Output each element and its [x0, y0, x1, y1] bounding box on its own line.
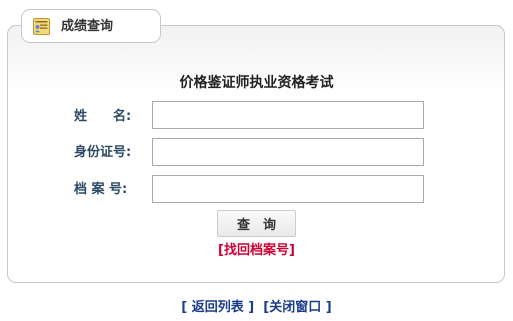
retrieve-file-number-link[interactable]: [找回档案号]: [0, 243, 513, 259]
id-number-input[interactable]: [152, 138, 424, 166]
query-button[interactable]: 查 询: [217, 210, 296, 237]
close-window-link[interactable]: [关闭窗口 ]: [263, 300, 331, 315]
tab-title: 成绩查询: [61, 19, 114, 34]
name-input[interactable]: [152, 101, 424, 129]
file-number-label: 档 案 号:: [74, 182, 128, 197]
name-label: 姓 名:: [74, 109, 132, 124]
id-number-label: 身份证号:: [74, 145, 132, 160]
back-to-list-link[interactable]: [ 返回列表 ]: [181, 300, 254, 315]
footer-links: [ 返回列表 ] [关闭窗口 ]: [0, 299, 513, 316]
query-tab: 成绩查询: [21, 9, 161, 43]
certificate-icon: [33, 18, 50, 35]
file-number-input[interactable]: [152, 175, 424, 203]
exam-title: 价格鉴证师执业资格考试: [179, 75, 334, 91]
